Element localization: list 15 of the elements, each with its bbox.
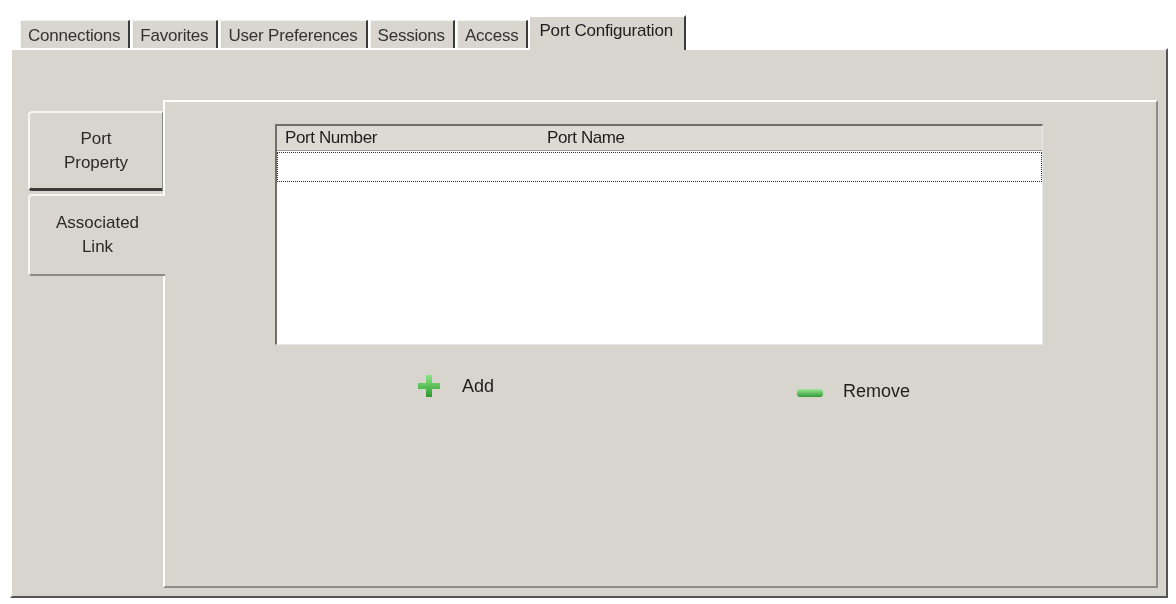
empty-row[interactable] xyxy=(277,152,1042,182)
tab[interactable]: Connections xyxy=(20,20,131,48)
column-header[interactable]: Port Number xyxy=(277,126,539,150)
side-tab[interactable]: Port Property xyxy=(28,111,163,191)
tab[interactable]: User Preferences xyxy=(220,20,368,48)
action-button[interactable]: Remove xyxy=(797,383,911,402)
plus-icon xyxy=(418,375,440,397)
tab[interactable]: Access xyxy=(456,20,529,48)
side-tab[interactable]: Associated Link xyxy=(28,194,165,276)
tab[interactable]: Port Configuration xyxy=(528,15,686,50)
tab[interactable]: Favorites xyxy=(132,20,219,48)
tab[interactable]: Sessions xyxy=(369,20,455,48)
action-button[interactable]: Add xyxy=(418,375,495,397)
column-header[interactable]: Port Name xyxy=(539,126,625,150)
minus-icon xyxy=(797,388,824,397)
